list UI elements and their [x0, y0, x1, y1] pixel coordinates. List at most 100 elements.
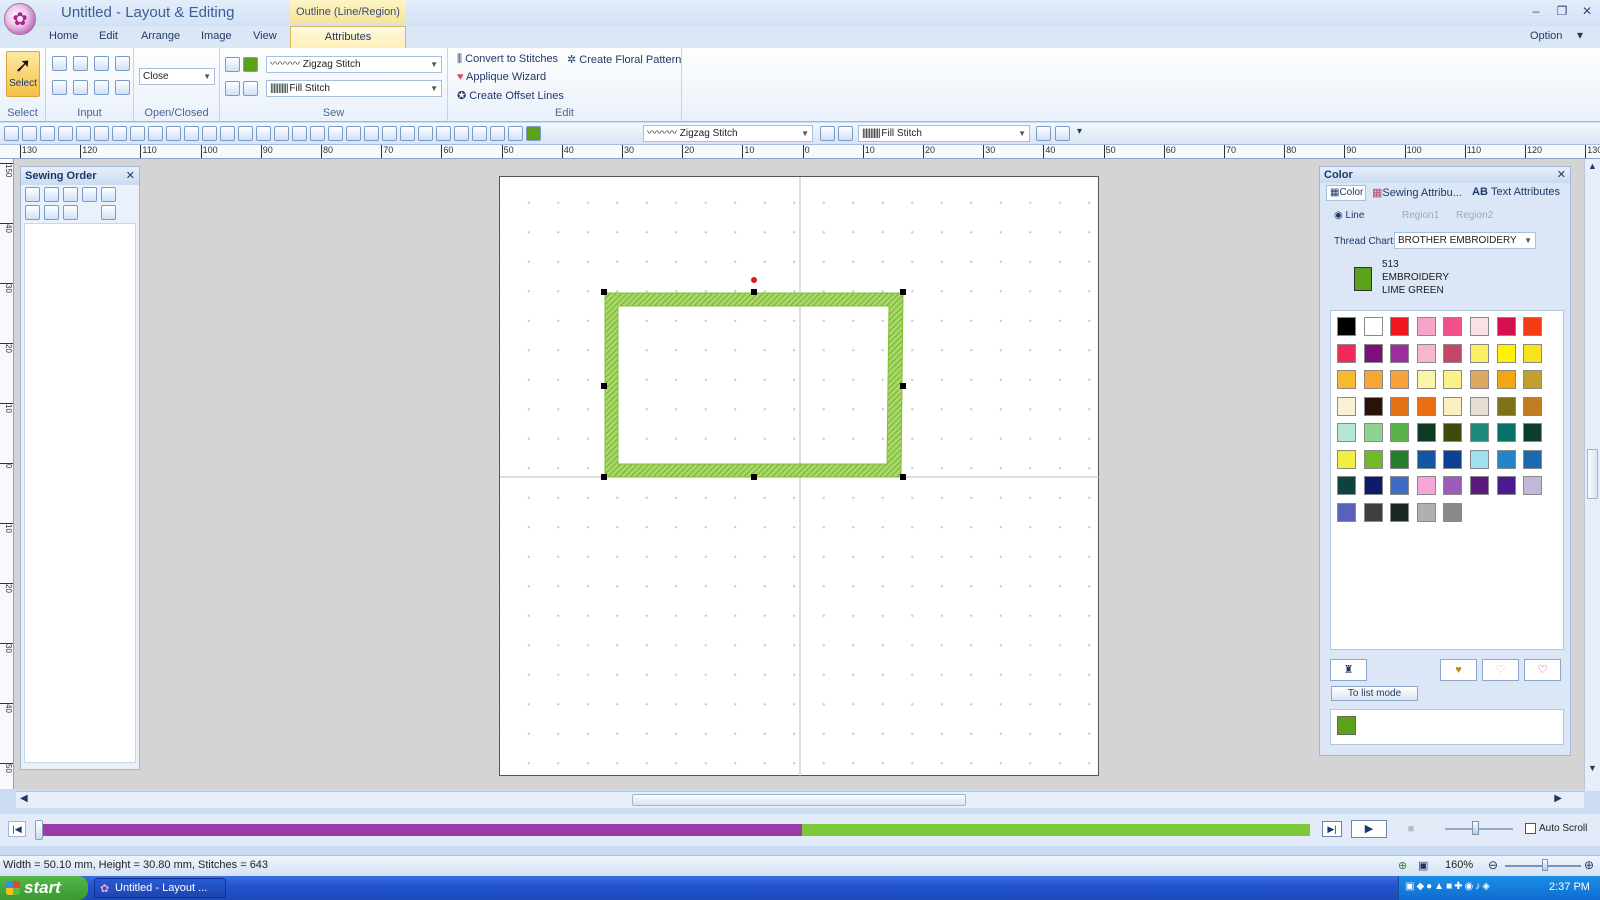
unlink-icon[interactable] — [382, 126, 397, 141]
color-swatch[interactable] — [1443, 343, 1463, 363]
mask-icon[interactable] — [436, 126, 451, 141]
pointer-icon[interactable] — [166, 126, 181, 141]
pointer-icon[interactable] — [101, 205, 116, 220]
minimize-button[interactable]: – — [1527, 4, 1545, 20]
color-swatch[interactable] — [1443, 423, 1463, 442]
color-swatch[interactable] — [1363, 476, 1383, 495]
display-toggle-icon[interactable]: ▣ — [1418, 859, 1428, 872]
grid-icon[interactable] — [346, 126, 361, 141]
scroll-right-icon[interactable]: ▶ — [1554, 793, 1562, 804]
target-icon[interactable] — [400, 126, 415, 141]
color-swatch[interactable] — [1416, 502, 1436, 522]
zoom-slider-handle[interactable] — [1542, 859, 1548, 871]
circle-icon[interactable] — [112, 126, 127, 141]
text-tool-icon[interactable] — [184, 126, 199, 141]
color-swatch[interactable] — [1363, 343, 1383, 363]
globe-icon[interactable] — [76, 126, 91, 141]
color-swatch[interactable] — [1363, 396, 1383, 416]
sim-start-button[interactable]: |◀ — [8, 821, 26, 837]
help-icon[interactable]: ▾ — [1577, 28, 1583, 42]
close-button[interactable]: ✕ — [1578, 4, 1596, 20]
spool-button[interactable]: ♜ — [1330, 659, 1367, 681]
speed-slider-handle[interactable] — [1472, 821, 1479, 835]
link-icon[interactable] — [364, 126, 379, 141]
line-tool-icon[interactable] — [52, 80, 67, 95]
select-region-icon[interactable] — [94, 126, 109, 141]
convert-to-stitches-button[interactable]: ⫼ Convert to Stitches — [457, 53, 558, 66]
grid-toggle-icon[interactable]: ⊕ — [1398, 859, 1407, 872]
color-swatch[interactable] — [1416, 343, 1436, 363]
color-swatch[interactable] — [1470, 423, 1489, 442]
region-sew-icon[interactable] — [225, 81, 240, 96]
applique-icon[interactable] — [1055, 126, 1070, 141]
color-swatch[interactable] — [1496, 396, 1516, 416]
tray-icons[interactable]: ▣◆●▲■✚◉♪◈ — [1405, 881, 1492, 892]
color-swatch[interactable] — [1470, 476, 1489, 495]
color-swatch[interactable] — [1496, 476, 1516, 495]
vertical-scrollbar[interactable]: ▲ ▼ — [1584, 159, 1600, 791]
favorite-list-button[interactable]: ♡ — [1524, 659, 1561, 681]
color-swatch[interactable] — [1470, 317, 1489, 336]
color-swatch[interactable] — [1496, 449, 1516, 469]
color-swatch[interactable] — [1337, 396, 1356, 416]
color-swatch[interactable] — [1416, 423, 1436, 442]
auto-scroll-checkbox[interactable] — [1525, 823, 1536, 834]
color-swatch[interactable] — [1496, 370, 1516, 389]
tab-home[interactable]: Home — [49, 30, 78, 42]
play-button[interactable]: ▶ — [1351, 820, 1387, 838]
color-swatch[interactable] — [1523, 317, 1543, 336]
stamp-tool-icon[interactable] — [94, 80, 109, 95]
tab-image[interactable]: Image — [201, 30, 232, 42]
color-swatch[interactable] — [1416, 476, 1436, 495]
color-swatch[interactable] — [1416, 396, 1436, 416]
stamp-icon[interactable] — [238, 126, 253, 141]
color-swatch[interactable] — [1443, 449, 1463, 469]
toolbar-overflow-icon[interactable]: ▾ — [1077, 126, 1082, 137]
color-swatch[interactable] — [1363, 449, 1383, 469]
open-closed-select[interactable]: Close ▼ — [139, 68, 215, 85]
group-icon[interactable] — [256, 126, 271, 141]
stop-button[interactable]: ■ — [1400, 821, 1422, 837]
color-swatch[interactable] — [1496, 317, 1516, 336]
color-swatch[interactable] — [1390, 476, 1410, 495]
color-swatch[interactable] — [1337, 423, 1356, 442]
design-canvas[interactable] — [499, 176, 1100, 777]
region-color-icon[interactable] — [838, 126, 853, 141]
used-color-swatch[interactable] — [1337, 716, 1356, 735]
measure-icon[interactable] — [310, 126, 325, 141]
lock-icon[interactable] — [82, 187, 97, 202]
color-swatch[interactable] — [1523, 396, 1543, 416]
color-swatch[interactable] — [1443, 476, 1463, 495]
horizontal-scrollbar[interactable]: ◀ ▶ — [16, 791, 1584, 808]
color-swatch[interactable] — [1390, 449, 1410, 469]
color-swatch[interactable] — [1470, 449, 1489, 469]
combine-icon[interactable] — [25, 205, 40, 220]
curve-tool-icon[interactable] — [73, 80, 88, 95]
simulator-slider-handle[interactable] — [35, 820, 43, 840]
move-last-icon[interactable] — [63, 187, 78, 202]
tab-arrange[interactable]: Arrange — [141, 30, 180, 42]
color-swatch[interactable] — [1390, 502, 1410, 522]
color-swatch[interactable] — [1337, 317, 1356, 336]
thread-chart-select[interactable]: BROTHER EMBROIDERY ▼ — [1394, 232, 1536, 249]
scroll-up-icon[interactable]: ▲ — [1588, 161, 1597, 171]
scroll-left-icon[interactable]: ◀ — [20, 793, 28, 804]
sewing-order-list[interactable] — [24, 223, 136, 763]
line-sew-icon[interactable] — [508, 126, 523, 141]
new-icon[interactable] — [4, 126, 19, 141]
horizontal-scroll-thumb[interactable] — [632, 794, 966, 806]
color-swatch[interactable] — [1337, 370, 1356, 389]
color-swatch[interactable] — [1470, 343, 1489, 363]
color-swatch[interactable] — [1496, 343, 1516, 363]
favorite-add-button[interactable]: ♥ — [1440, 659, 1477, 681]
import-icon[interactable] — [130, 126, 145, 141]
color-swatch[interactable] — [1443, 370, 1463, 389]
color-swatch[interactable] — [1363, 423, 1383, 442]
zoom-out-icon[interactable]: ⊖ — [1488, 858, 1498, 872]
color-swatch[interactable] — [1363, 370, 1383, 389]
tab-attributes[interactable]: Attributes — [290, 26, 406, 48]
close-icon[interactable]: ✕ — [126, 169, 135, 182]
color-swatch[interactable] — [1523, 423, 1543, 442]
zoom-icon[interactable] — [274, 126, 289, 141]
convert-icon[interactable] — [1036, 126, 1051, 141]
